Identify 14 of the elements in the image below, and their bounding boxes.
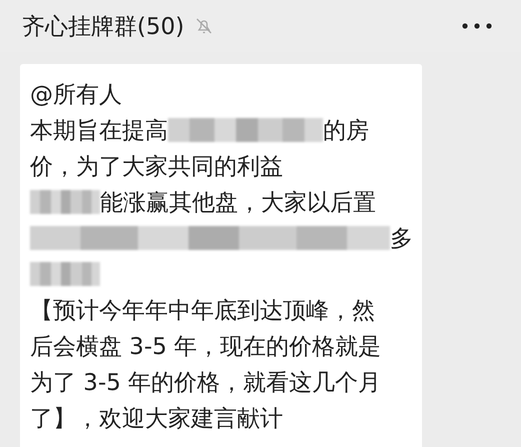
message-text: 【预计今年年中年底到达顶峰，然 xyxy=(30,296,375,326)
message-text: 了】，欢迎大家建言献计 xyxy=(30,404,283,434)
message-text: 后会横盘 3-5 年，现在的价格就是 xyxy=(30,332,382,362)
message-text: 价，为了大家共同的利益 xyxy=(30,152,283,182)
message-text: 多 xyxy=(390,224,413,254)
blurred-text xyxy=(30,262,100,286)
blurred-text xyxy=(30,190,100,214)
message-text: @所有人 xyxy=(30,80,122,110)
message-text: 本期旨在提高 xyxy=(30,116,168,146)
chat-title: 齐心挂牌群(50) xyxy=(22,12,184,42)
more-icon[interactable] xyxy=(461,22,493,30)
message-text: 为了 3-5 年的价格，就看这几个月 xyxy=(30,368,382,398)
message-text: 的房 xyxy=(323,116,369,146)
message-text: 能涨赢其他盘，大家以后置 xyxy=(100,188,376,218)
